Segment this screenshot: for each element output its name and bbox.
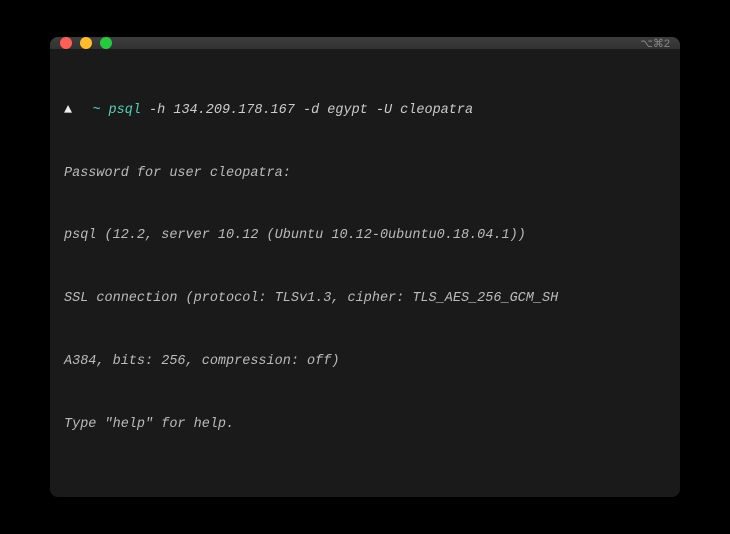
traffic-lights (60, 37, 112, 49)
prompt-arrow-icon: ▲ (64, 103, 72, 118)
prompt-cwd: ~ (92, 103, 100, 118)
close-icon[interactable] (60, 37, 72, 49)
output-password: Password for user cleopatra: (64, 164, 666, 185)
output-ssl-1: SSL connection (protocol: TLSv1.3, ciphe… (64, 289, 666, 310)
blank-line (64, 477, 666, 497)
terminal-window: ⌥⌘2 ▲ ~ psql -h 134.209.178.167 -d egypt… (50, 37, 680, 497)
command-args: -h 134.209.178.167 -d egypt -U cleopatra (141, 103, 473, 118)
tab-indicator: ⌥⌘2 (640, 37, 670, 50)
maximize-icon[interactable] (100, 37, 112, 49)
command-line: ▲ ~ psql -h 134.209.178.167 -d egypt -U … (64, 101, 666, 122)
terminal-body[interactable]: ▲ ~ psql -h 134.209.178.167 -d egypt -U … (50, 49, 680, 497)
output-help: Type "help" for help. (64, 415, 666, 436)
output-ssl-2: A384, bits: 256, compression: off) (64, 352, 666, 373)
minimize-icon[interactable] (80, 37, 92, 49)
command-name: psql (109, 103, 141, 118)
output-version: psql (12.2, server 10.12 (Ubuntu 10.12-0… (64, 226, 666, 247)
titlebar: ⌥⌘2 (50, 37, 680, 49)
